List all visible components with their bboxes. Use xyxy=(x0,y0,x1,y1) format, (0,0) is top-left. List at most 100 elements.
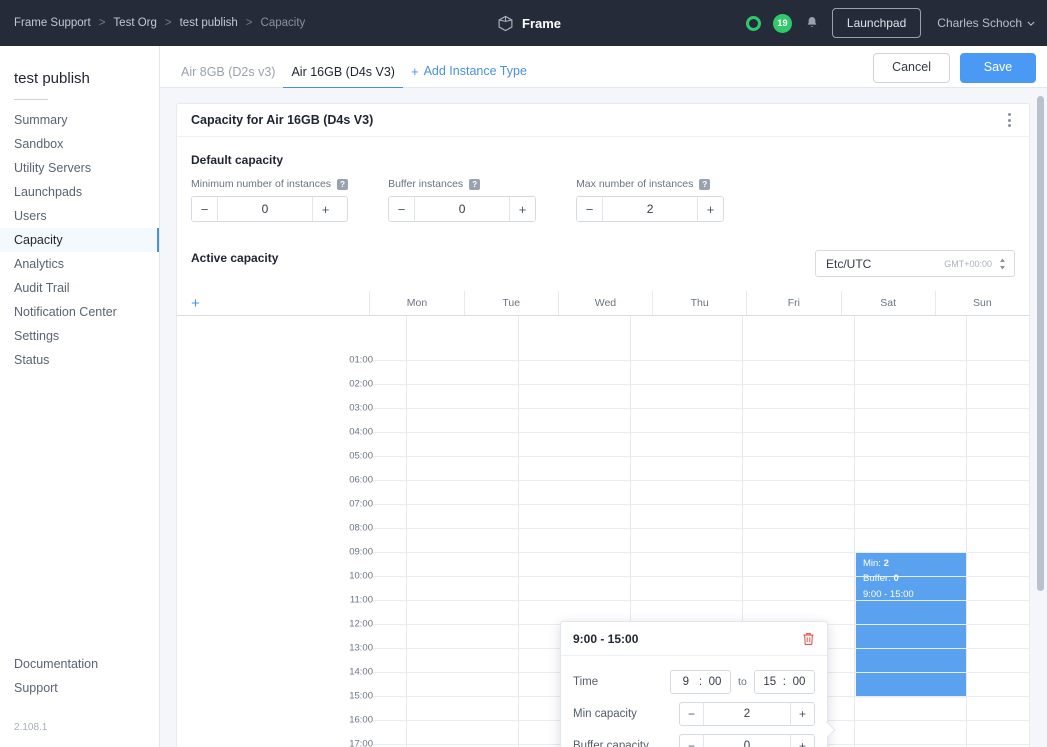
plus-icon[interactable]: + xyxy=(312,197,338,221)
sidebar-link-support[interactable]: Support xyxy=(0,676,160,700)
help-icon[interactable]: ? xyxy=(337,178,349,190)
day-column-mon[interactable] xyxy=(406,316,518,747)
bell-icon[interactable] xyxy=(804,15,820,31)
sidebar-item-audit-trail[interactable]: Audit Trail xyxy=(0,276,159,300)
sidebar-item-label: Utility Servers xyxy=(14,161,92,175)
field-label: Minimum number of instances ? xyxy=(191,178,349,190)
sidebar-item-utility-servers[interactable]: Utility Servers xyxy=(0,156,159,180)
sidebar-item-capacity[interactable]: Capacity xyxy=(0,228,159,252)
time-colon: : xyxy=(698,676,703,688)
popup-min-capacity-value[interactable]: 2 xyxy=(704,703,790,725)
minus-icon[interactable]: − xyxy=(577,197,604,221)
calendar-time-axis: 01:00 02:00 03:00 04:00 05:00 06:00 07:0… xyxy=(177,316,406,747)
popup-min-capacity-stepper[interactable]: − 2 + xyxy=(679,702,815,726)
help-icon[interactable]: ? xyxy=(469,178,481,190)
help-icon[interactable]: ? xyxy=(699,178,711,190)
day-column-sat[interactable] xyxy=(966,316,1047,747)
event-time-range: 9:00 - 15:00 xyxy=(863,589,914,601)
calendar-corner-spacer xyxy=(214,291,369,315)
sidebar-item-sandbox[interactable]: Sandbox xyxy=(0,132,159,156)
top-bar: Frame Support > Test Org > test publish … xyxy=(0,0,1047,46)
hour-label: 11:00 xyxy=(349,594,373,606)
buffer-instances-stepper[interactable]: − 0 + xyxy=(388,196,537,222)
sidebar-nav: Summary Sandbox Utility Servers Launchpa… xyxy=(0,108,159,372)
popup-buffer-capacity-stepper[interactable]: − 0 + xyxy=(679,734,815,747)
tab-air-16gb[interactable]: Air 16GB (D4s V3) xyxy=(283,65,403,89)
save-button[interactable]: Save xyxy=(960,53,1036,83)
end-minute-value[interactable]: 00 xyxy=(790,676,808,688)
notification-count-badge[interactable]: 19 xyxy=(772,13,792,33)
sidebar-link-documentation[interactable]: Documentation xyxy=(0,652,160,676)
main-scrollbar[interactable] xyxy=(1037,96,1044,740)
sidebar-item-label: Launchpads xyxy=(14,185,83,199)
max-instances-stepper[interactable]: − 2 + xyxy=(576,196,725,222)
active-capacity-header: Active capacity Etc/UTC GMT+00:00 xyxy=(177,222,1029,277)
add-instance-type-button[interactable]: + Add Instance Type xyxy=(403,64,535,88)
start-hour-value[interactable]: 9 xyxy=(677,676,695,688)
end-hour-value[interactable]: 15 xyxy=(761,676,779,688)
card-header: Capacity for Air 16GB (D4s V3) xyxy=(177,104,1029,137)
timezone-select[interactable]: Etc/UTC GMT+00:00 xyxy=(815,250,1015,277)
sidebar-item-launchpads[interactable]: Launchpads xyxy=(0,180,159,204)
kebab-menu-icon[interactable] xyxy=(1004,109,1015,131)
sidebar-item-status[interactable]: Status xyxy=(0,348,159,372)
start-time-input[interactable]: 9 : 00 xyxy=(669,670,732,694)
minus-icon[interactable]: − xyxy=(389,197,416,221)
sidebar-item-settings[interactable]: Settings xyxy=(0,324,159,348)
day-header-mon: Mon xyxy=(369,291,463,315)
hour-label: 13:00 xyxy=(349,642,373,654)
minus-icon[interactable]: − xyxy=(680,703,704,725)
day-header-fri: Fri xyxy=(746,291,840,315)
launchpad-button[interactable]: Launchpad xyxy=(831,8,922,38)
day-header-tue: Tue xyxy=(463,291,558,315)
buffer-instances-value[interactable]: 0 xyxy=(415,197,509,221)
breadcrumb-item-3: Capacity xyxy=(260,17,306,29)
breadcrumb-separator: > xyxy=(164,17,172,29)
user-menu[interactable]: Charles Schoch xyxy=(937,16,1035,30)
sidebar-item-users[interactable]: Users xyxy=(0,204,159,228)
minus-icon[interactable]: − xyxy=(680,735,704,747)
brand-name: Frame xyxy=(522,15,562,31)
sidebar-item-label: Status xyxy=(14,353,50,367)
add-schedule-button[interactable]: + xyxy=(177,291,214,315)
plus-icon[interactable]: + xyxy=(697,197,724,221)
breadcrumb-separator: > xyxy=(245,17,253,29)
breadcrumb: Frame Support > Test Org > test publish … xyxy=(0,17,305,29)
tab-air-8gb[interactable]: Air 8GB (D2s v3) xyxy=(173,65,283,89)
max-instances-value[interactable]: 2 xyxy=(603,197,697,221)
hour-label: 10:00 xyxy=(349,570,373,582)
event-min-value: 2 xyxy=(883,558,889,569)
sidebar-item-analytics[interactable]: Analytics xyxy=(0,252,159,276)
event-min-line: Min: 2 xyxy=(863,557,959,572)
popup-buffer-capacity-value[interactable]: 0 xyxy=(704,735,790,747)
start-minute-value[interactable]: 00 xyxy=(706,676,724,688)
day-column-fri[interactable]: Min: 2 Buffer: 0 9:00 - 15:00 xyxy=(854,316,966,747)
brand: Frame xyxy=(497,0,561,46)
breadcrumb-item-1[interactable]: Test Org xyxy=(113,17,156,29)
cancel-button[interactable]: Cancel xyxy=(873,53,950,83)
sidebar-item-summary[interactable]: Summary xyxy=(0,108,159,132)
sidebar-item-notification-center[interactable]: Notification Center xyxy=(0,300,159,324)
field-minimum-instances: Minimum number of instances ? − 0 + xyxy=(191,178,349,222)
hour-label: 14:00 xyxy=(349,666,373,678)
trash-icon[interactable] xyxy=(802,632,815,646)
header-actions: Cancel Save xyxy=(873,53,1036,83)
scrollbar-thumb[interactable] xyxy=(1037,96,1044,591)
capacity-event-block[interactable]: Min: 2 Buffer: 0 9:00 - 15:00 xyxy=(856,552,966,696)
sidebar-title: test publish xyxy=(14,70,90,87)
plus-icon[interactable]: + xyxy=(790,735,814,747)
minimum-instances-stepper[interactable]: − 0 + xyxy=(191,196,349,222)
hour-label: 15:00 xyxy=(349,690,373,702)
status-ring-icon[interactable] xyxy=(745,15,761,31)
minimum-instances-value[interactable]: 0 xyxy=(218,197,312,221)
sidebar-item-label: Capacity xyxy=(14,233,63,247)
breadcrumb-item-0[interactable]: Frame Support xyxy=(14,17,91,29)
breadcrumb-item-2[interactable]: test publish xyxy=(180,17,238,29)
minus-icon[interactable]: − xyxy=(192,197,218,221)
end-time-input[interactable]: 15 : 00 xyxy=(753,670,815,694)
plus-icon: + xyxy=(410,63,419,79)
popup-row-buffer-capacity: Buffer capacity − 0 + xyxy=(573,730,815,747)
user-name-label: Charles Schoch xyxy=(937,16,1022,30)
plus-icon[interactable]: + xyxy=(509,197,536,221)
plus-icon[interactable]: + xyxy=(790,703,814,725)
